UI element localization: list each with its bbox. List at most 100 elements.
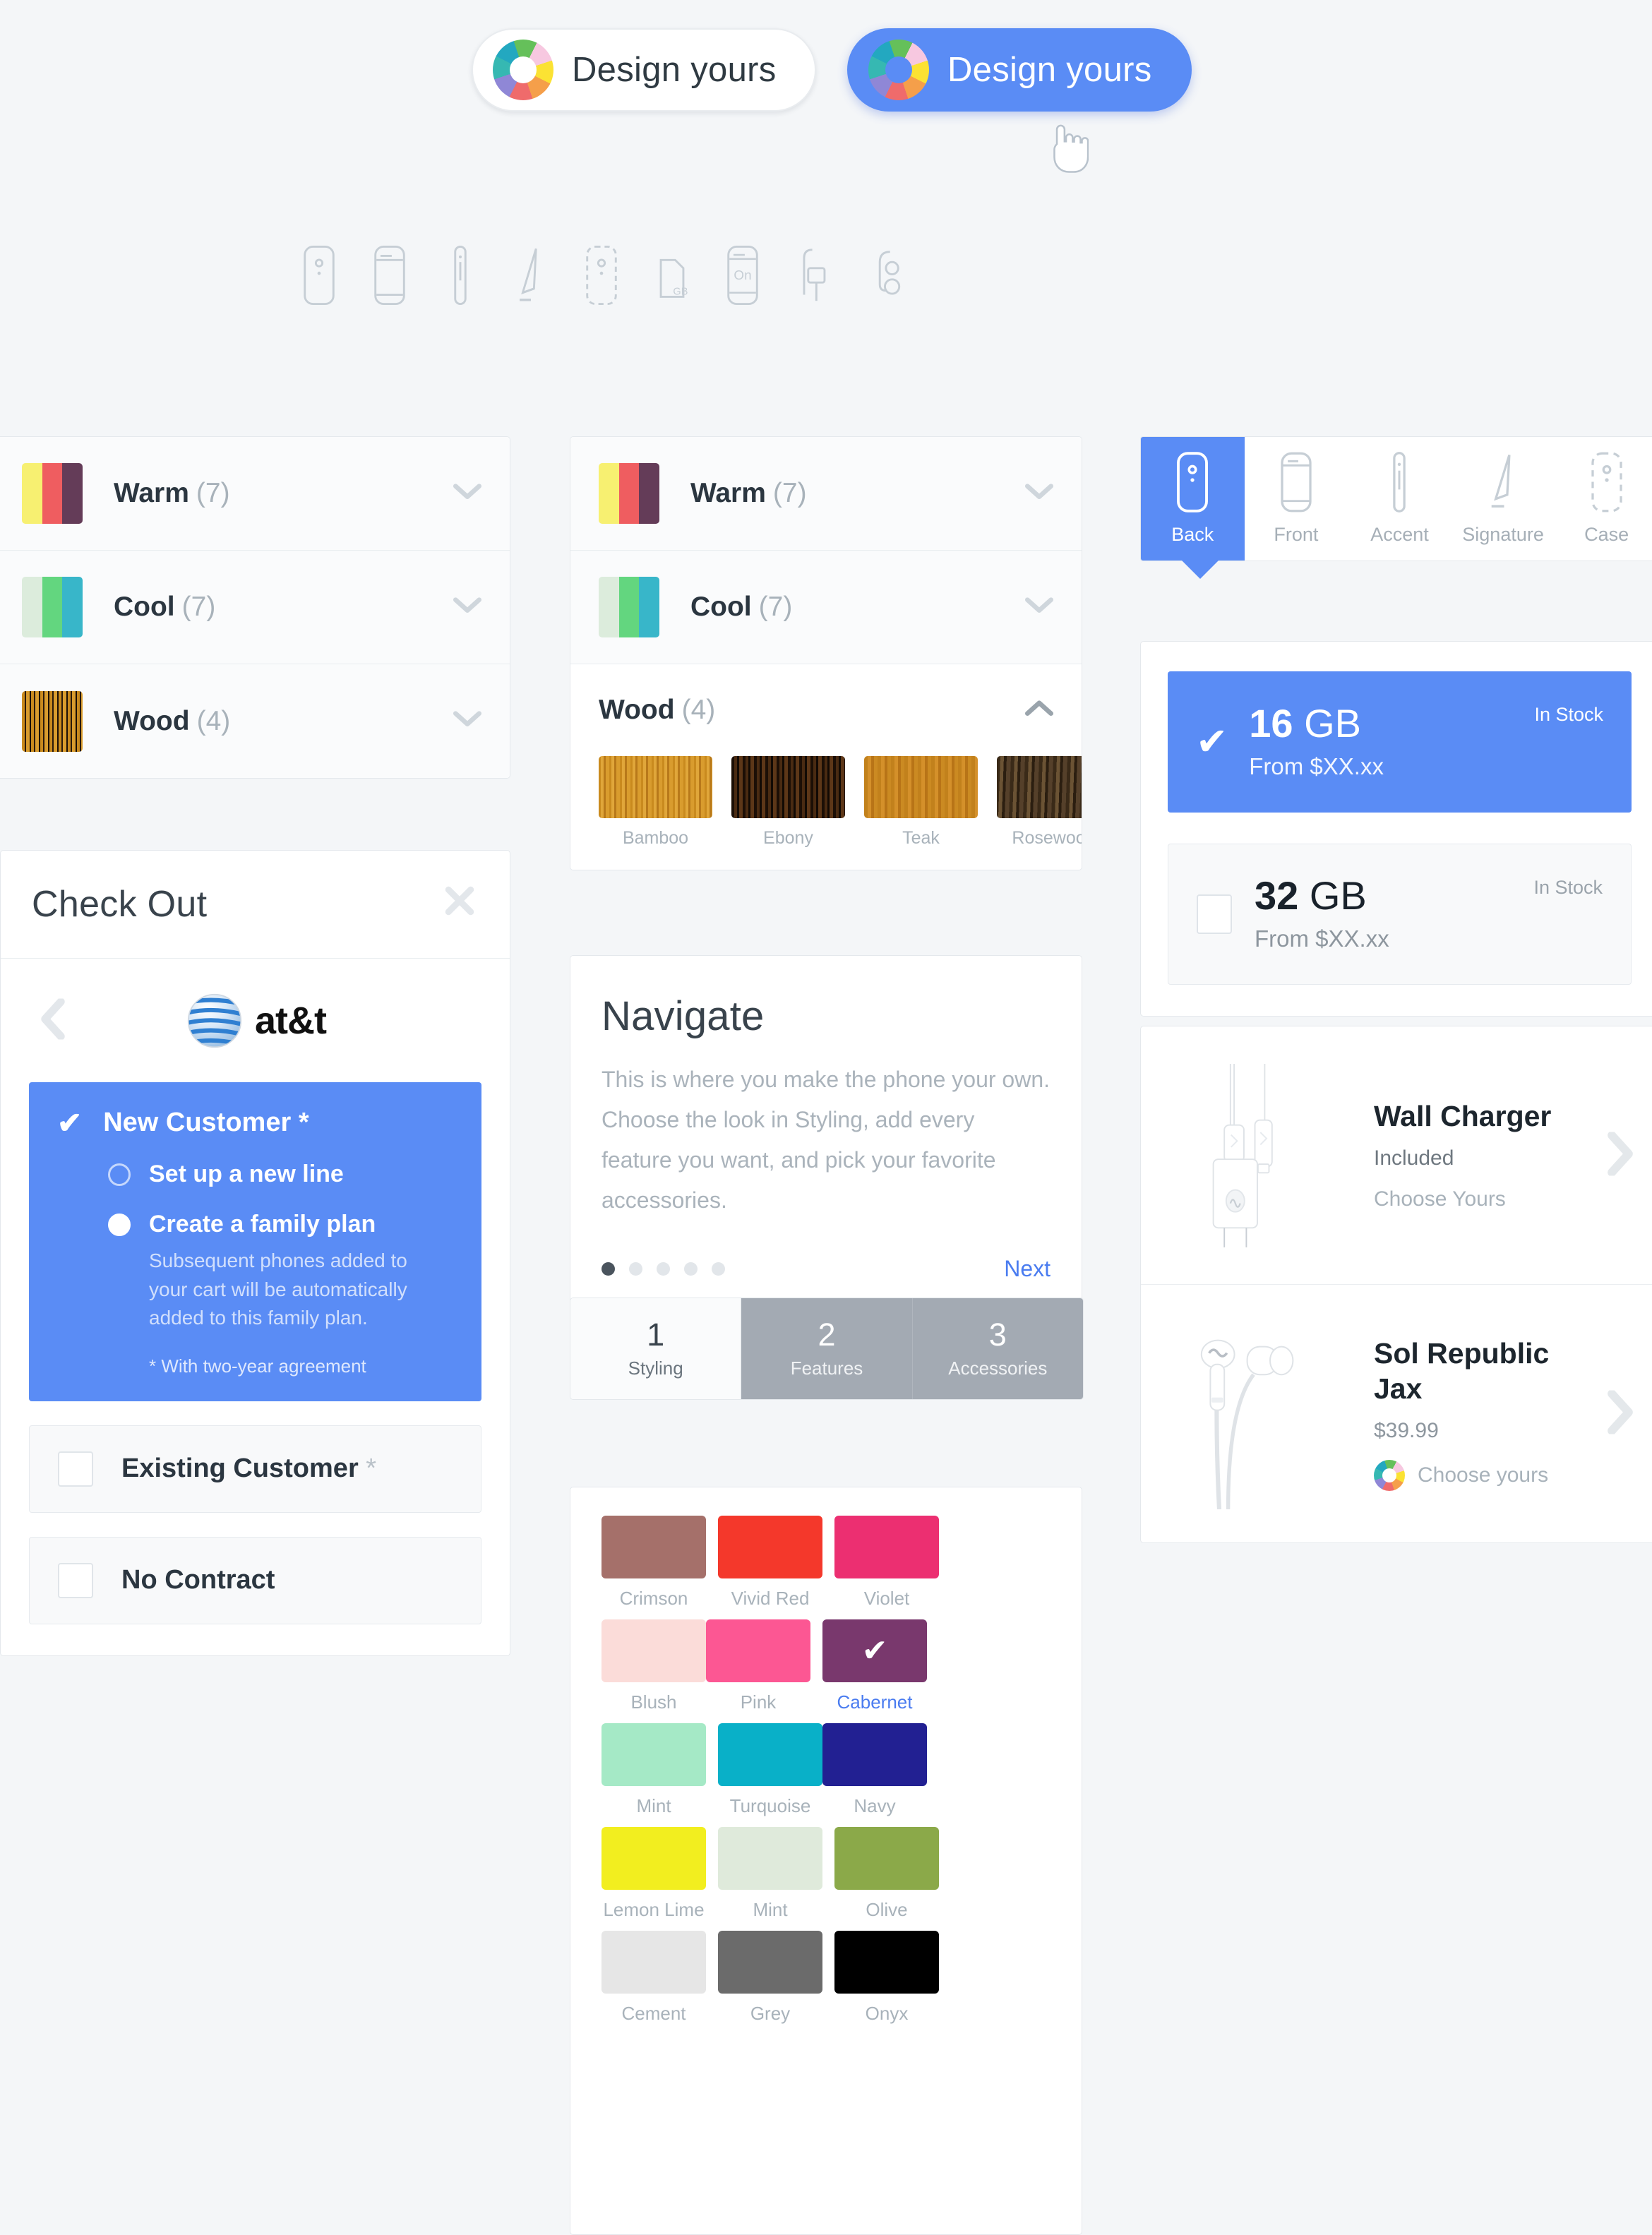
- wood-swatch-item[interactable]: Teak: [864, 756, 978, 849]
- chevron-down-icon[interactable]: [1025, 597, 1053, 618]
- palette-row-wood[interactable]: Wood (4): [0, 664, 510, 778]
- chevron-up-icon[interactable]: [1025, 700, 1053, 721]
- storage-option-32gb[interactable]: 32 GB From $XX.xx In Stock: [1168, 844, 1632, 985]
- existing-customer-option[interactable]: Existing Customer *: [29, 1425, 481, 1513]
- color-swatch-mint-pale[interactable]: Mint: [718, 1827, 822, 1921]
- color-tile[interactable]: [601, 1619, 706, 1682]
- tab-features[interactable]: 2 Features: [741, 1298, 913, 1399]
- carousel-dot[interactable]: [712, 1262, 725, 1276]
- design-yours-button-light[interactable]: Design yours: [472, 28, 816, 112]
- chevron-right-icon[interactable]: [1606, 1130, 1634, 1179]
- color-tile[interactable]: [822, 1723, 927, 1786]
- tab-back[interactable]: Back: [1141, 437, 1245, 561]
- chevron-down-icon[interactable]: [453, 711, 481, 731]
- color-tile[interactable]: [718, 1827, 822, 1890]
- color-tile[interactable]: [718, 1931, 822, 1994]
- wood-tile[interactable]: [599, 756, 712, 818]
- color-tile[interactable]: [601, 1827, 706, 1890]
- accessory-subtitle: Included: [1374, 1146, 1454, 1170]
- color-swatch-mint[interactable]: Mint: [601, 1723, 706, 1817]
- headphones-icon[interactable]: [842, 233, 926, 318]
- step-label: Styling: [628, 1357, 683, 1379]
- agreement-footnote: * With two-year agreement: [149, 1355, 366, 1377]
- color-swatch-lemon-lime[interactable]: Lemon Lime: [601, 1827, 706, 1921]
- color-swatch-vivid-red[interactable]: Vivid Red: [718, 1516, 822, 1610]
- chevron-right-icon[interactable]: [1606, 1389, 1634, 1437]
- color-swatch-onyx[interactable]: Onyx: [834, 1931, 939, 2025]
- color-tile[interactable]: [718, 1516, 822, 1578]
- color-swatch-crimson[interactable]: Crimson: [601, 1516, 706, 1610]
- color-tile[interactable]: [834, 1516, 939, 1578]
- color-tile[interactable]: [834, 1931, 939, 1994]
- tab-styling[interactable]: 1 Styling: [570, 1298, 742, 1399]
- accessory-row-sol-republic-jax[interactable]: Sol Republic Jax $39.99 Choose yours: [1141, 1285, 1652, 1542]
- wood-tile[interactable]: [731, 756, 845, 818]
- wood-swatch-item[interactable]: Bamboo: [599, 756, 712, 849]
- checkbox-icon[interactable]: [1197, 894, 1232, 934]
- carousel-dot[interactable]: [657, 1262, 670, 1276]
- tab-accessories[interactable]: 3 Accessories: [912, 1298, 1083, 1399]
- chevron-left-icon[interactable]: [39, 997, 67, 1043]
- color-swatch-cement[interactable]: Cement: [601, 1931, 706, 2025]
- accessory-row-wall-charger[interactable]: Wall Charger Included Choose Yours: [1141, 1026, 1652, 1285]
- checkout-header: Check Out: [1, 851, 510, 959]
- color-swatch-violet[interactable]: Violet: [834, 1516, 939, 1610]
- color-swatch-cabernet[interactable]: ✔ Cabernet: [822, 1619, 927, 1713]
- color-swatch-blush[interactable]: Blush: [601, 1619, 706, 1713]
- color-swatch-olive[interactable]: Olive: [834, 1827, 939, 1921]
- wood-swatch-item[interactable]: Rosewood: [997, 756, 1082, 849]
- carousel-dot[interactable]: [684, 1262, 698, 1276]
- next-link[interactable]: Next: [1004, 1256, 1051, 1282]
- tab-signature[interactable]: Signature: [1452, 437, 1555, 561]
- color-swatch-grey[interactable]: Grey: [718, 1931, 822, 2025]
- color-label: Turquoise: [729, 1795, 811, 1816]
- carousel-dots[interactable]: [601, 1262, 725, 1276]
- color-tile[interactable]: [601, 1516, 706, 1578]
- step-label: Features: [790, 1357, 863, 1379]
- color-tile[interactable]: [706, 1619, 810, 1682]
- no-contract-option[interactable]: No Contract: [29, 1536, 481, 1624]
- wood-tile[interactable]: [997, 756, 1082, 818]
- radio-family-plan[interactable]: Create a family plan: [108, 1211, 453, 1238]
- chevron-down-icon[interactable]: [453, 597, 481, 618]
- chevron-down-icon[interactable]: [1025, 483, 1053, 504]
- palette-row-cool[interactable]: Cool (7): [570, 551, 1082, 664]
- color-tile[interactable]: [601, 1931, 706, 1994]
- radio-new-line[interactable]: Set up a new line: [108, 1161, 453, 1188]
- chevron-down-icon[interactable]: [453, 483, 481, 504]
- accessory-action[interactable]: Choose yours: [1374, 1459, 1581, 1491]
- storage-option-16gb[interactable]: ✔ 16 GB From $XX.xx In Stock: [1168, 671, 1632, 813]
- palette-row-warm[interactable]: Warm (7): [570, 437, 1082, 551]
- palette-row-wood-expanded[interactable]: Wood (4) Bamboo Ebony Teak Rosewo: [570, 664, 1082, 870]
- palette-wood-header[interactable]: Wood (4): [599, 664, 1053, 756]
- tab-label: Accent: [1370, 524, 1429, 545]
- carousel-dot-active[interactable]: [601, 1262, 615, 1276]
- tab-label: Case: [1584, 524, 1629, 545]
- color-swatch-turquoise[interactable]: Turquoise: [718, 1723, 822, 1817]
- checkbox-icon[interactable]: [58, 1562, 93, 1598]
- close-icon[interactable]: [441, 882, 479, 927]
- accessory-action-label: Choose Yours: [1374, 1187, 1506, 1211]
- tab-accent[interactable]: Accent: [1348, 437, 1452, 561]
- color-tile[interactable]: [834, 1827, 939, 1890]
- carousel-dot[interactable]: [629, 1262, 642, 1276]
- wood-tile[interactable]: [864, 756, 978, 818]
- palette-row-cool[interactable]: Cool (7): [0, 551, 510, 664]
- design-yours-button-blue[interactable]: Design yours: [847, 28, 1192, 112]
- color-tile[interactable]: [601, 1723, 706, 1786]
- color-tile-selected[interactable]: ✔: [822, 1619, 927, 1682]
- wood-label: Teak: [902, 828, 940, 848]
- new-customer-option[interactable]: ✔ New Customer * Set up a new line Creat…: [29, 1082, 481, 1401]
- color-tile[interactable]: [718, 1723, 822, 1786]
- color-swatch-pink[interactable]: Pink: [706, 1619, 810, 1713]
- palette-name: Wood: [114, 705, 190, 736]
- carrier-logo[interactable]: at&t: [184, 990, 327, 1051]
- accessory-action[interactable]: Choose Yours: [1374, 1187, 1581, 1211]
- color-swatch-navy[interactable]: Navy: [822, 1723, 927, 1817]
- palette-name: Warm: [114, 478, 189, 508]
- wood-swatch-item[interactable]: Ebony: [731, 756, 845, 849]
- checkbox-icon[interactable]: [58, 1451, 93, 1487]
- palette-row-warm[interactable]: Warm (7): [0, 437, 510, 551]
- tab-front[interactable]: Front: [1245, 437, 1348, 561]
- tab-case[interactable]: Case: [1555, 437, 1652, 561]
